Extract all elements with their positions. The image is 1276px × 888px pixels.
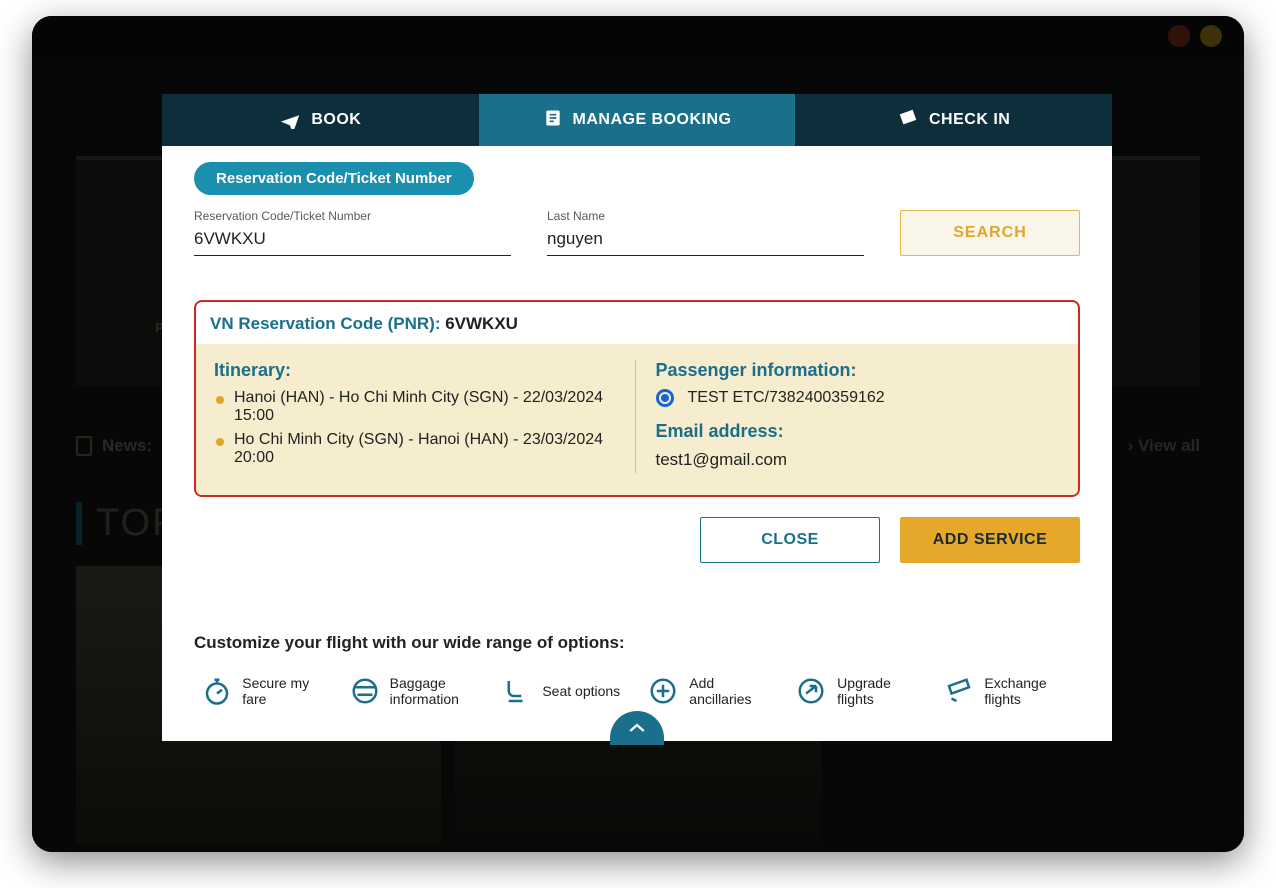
chevron-up-icon — [628, 722, 646, 734]
itinerary-list: Hanoi (HAN) - Ho Chi Minh City (SGN) - 2… — [214, 389, 619, 467]
last-name-input[interactable] — [547, 225, 864, 256]
option-secure-fare[interactable]: Secure my fare — [194, 669, 337, 713]
itinerary-column: Itinerary: Hanoi (HAN) - Ho Chi Minh Cit… — [214, 360, 636, 473]
last-name-field-group: Last Name — [547, 209, 864, 256]
email-title: Email address: — [656, 421, 1061, 442]
search-mode-pill[interactable]: Reservation Code/Ticket Number — [194, 162, 474, 195]
option-upgrade[interactable]: Upgrade flights — [789, 669, 932, 713]
airplane-icon — [279, 107, 301, 134]
passenger-name: TEST ETC/7382400359162 — [688, 389, 885, 407]
manage-booking-modal: BOOK MANAGE BOOKING CHECK IN Reservation… — [162, 94, 1112, 741]
add-service-button[interactable]: ADD SERVICE — [900, 517, 1080, 563]
option-seat-label: Seat options — [542, 683, 620, 699]
option-baggage-label: Baggage information — [390, 675, 479, 707]
customize-options-row: Secure my fare Baggage information Seat … — [194, 669, 1080, 713]
result-actions: CLOSE ADD SERVICE — [194, 517, 1080, 563]
itinerary-title: Itinerary: — [214, 360, 619, 381]
option-upgrade-label: Upgrade flights — [837, 675, 924, 707]
search-button[interactable]: SEARCH — [900, 210, 1080, 256]
ticket-icon — [897, 107, 919, 134]
passenger-info-title: Passenger information: — [656, 360, 1061, 381]
radio-selected-icon — [656, 389, 674, 407]
option-exchange-label: Exchange flights — [984, 675, 1073, 707]
option-seat[interactable]: Seat options — [491, 669, 634, 713]
reservation-result-box: VN Reservation Code (PNR): 6VWKXU Itiner… — [194, 300, 1080, 497]
reservation-code-input[interactable] — [194, 225, 511, 256]
reservation-code-field-group: Reservation Code/Ticket Number — [194, 209, 511, 256]
tab-book-label: BOOK — [311, 111, 361, 129]
itinerary-segment: Hanoi (HAN) - Ho Chi Minh City (SGN) - 2… — [214, 389, 619, 425]
close-button[interactable]: CLOSE — [700, 517, 880, 563]
itinerary-icon — [543, 108, 563, 133]
itinerary-segment: Ho Chi Minh City (SGN) - Hanoi (HAN) - 2… — [214, 431, 619, 467]
tab-check-in[interactable]: CHECK IN — [795, 94, 1112, 146]
reservation-code-label: Reservation Code/Ticket Number — [194, 209, 511, 223]
baggage-icon — [350, 674, 380, 708]
seat-icon — [498, 674, 532, 708]
exchange-icon — [944, 674, 974, 708]
tab-check-in-label: CHECK IN — [929, 111, 1010, 129]
last-name-label: Last Name — [547, 209, 864, 223]
pnr-value: 6VWKXU — [445, 314, 518, 333]
pnr-label: VN Reservation Code (PNR): — [210, 314, 440, 333]
passenger-row[interactable]: TEST ETC/7382400359162 — [656, 389, 1061, 407]
email-value: test1@gmail.com — [656, 450, 1061, 470]
pnr-line: VN Reservation Code (PNR): 6VWKXU — [196, 302, 1078, 344]
search-row: Reservation Code/Ticket Number Last Name… — [194, 209, 1080, 256]
tab-book[interactable]: BOOK — [162, 94, 479, 146]
upgrade-icon — [796, 674, 827, 708]
reservation-details: Itinerary: Hanoi (HAN) - Ho Chi Minh Cit… — [196, 344, 1078, 495]
collapse-handle[interactable] — [610, 711, 664, 745]
tab-manage-booking[interactable]: MANAGE BOOKING — [479, 94, 796, 146]
stopwatch-icon — [201, 674, 232, 708]
tab-manage-booking-label: MANAGE BOOKING — [573, 111, 732, 129]
customize-options-title: Customize your flight with our wide rang… — [194, 633, 1080, 653]
option-exchange[interactable]: Exchange flights — [937, 669, 1080, 713]
option-ancillaries[interactable]: Add ancillaries — [640, 669, 783, 713]
option-baggage[interactable]: Baggage information — [343, 669, 486, 713]
plus-circle-icon — [647, 674, 679, 708]
option-secure-fare-label: Secure my fare — [242, 675, 329, 707]
modal-tabs: BOOK MANAGE BOOKING CHECK IN — [162, 94, 1112, 146]
passenger-column: Passenger information: TEST ETC/73824003… — [636, 360, 1061, 473]
option-ancillaries-label: Add ancillaries — [689, 675, 775, 707]
